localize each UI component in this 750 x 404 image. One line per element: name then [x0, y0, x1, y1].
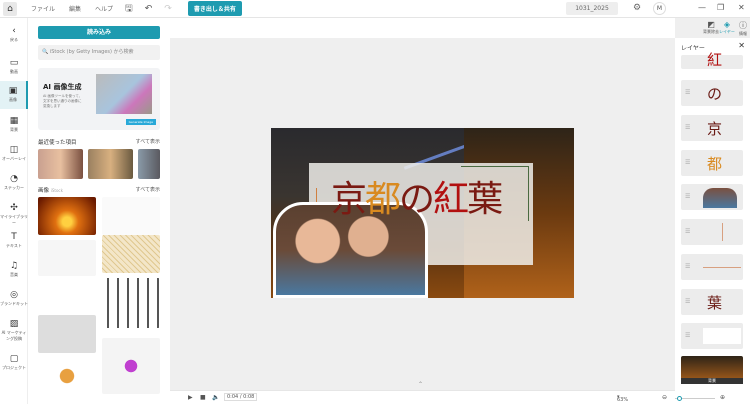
zoom-select[interactable]: 63% ▾	[617, 394, 628, 403]
import-button[interactable]: 読み込み	[38, 26, 160, 39]
drag-handle-icon[interactable]: ☰	[685, 332, 690, 339]
rail-background[interactable]: ▦ 背景	[0, 116, 28, 133]
rail-library[interactable]: ✣ マイライブラリー	[0, 203, 28, 226]
layer-item[interactable]: ☰ の	[681, 80, 743, 106]
time-display: 0:04 / 0:08	[224, 393, 258, 401]
play-icon[interactable]: ▶	[188, 394, 193, 401]
left-rail: ‹ 戻る ▭ 動画 ▣ 画像 ▦ 背景 ◫ オーバーレイ ◔ ステッカー ✣ マイライブラリー…	[0, 18, 28, 404]
brand-kit-icon: ◎	[10, 290, 18, 300]
layer-item[interactable]: ☰ 京	[681, 115, 743, 141]
playback-bar: ▶ ■ 🔈 0:04 / 0:08 63% ▾ ⊖ ⊕	[170, 390, 725, 404]
ai-preview-image	[96, 74, 152, 114]
rail-overlay[interactable]: ◫ オーバーレイ	[0, 145, 28, 162]
undo-icon[interactable]: ↶	[145, 4, 153, 14]
image-thumb-people[interactable]	[102, 278, 160, 328]
menu-help[interactable]: ヘルプ	[95, 4, 113, 13]
rail-video[interactable]: ▭ 動画	[0, 58, 28, 75]
layer-item-background[interactable]: 背景	[681, 356, 743, 384]
image-thumb-maze[interactable]	[38, 315, 96, 353]
layers-tool[interactable]: ◈ レイヤー	[719, 20, 735, 35]
minimize-icon[interactable]: —	[698, 3, 706, 12]
image-thumb-illustration[interactable]	[38, 358, 96, 394]
rail-sticker[interactable]: ◔ ステッカー	[0, 174, 28, 191]
library-icon: ✣	[10, 203, 18, 213]
image-thumb-sunset[interactable]	[38, 197, 96, 235]
layer-item[interactable]: ☰ 都	[681, 150, 743, 176]
home-icon[interactable]: ⌂	[3, 1, 17, 16]
menu-file[interactable]: ファイル	[31, 4, 55, 13]
gear-icon[interactable]: ⚙	[633, 3, 641, 13]
drag-handle-icon[interactable]: ☰	[685, 124, 690, 131]
stop-icon[interactable]: ■	[200, 394, 206, 401]
canvas-title[interactable]: 京都の紅葉	[331, 170, 503, 222]
expand-timeline-icon[interactable]: ⌃	[418, 381, 423, 388]
drag-handle-icon[interactable]: ☰	[685, 159, 690, 166]
rail-music[interactable]: ♫ 音楽	[0, 261, 28, 278]
layer-item[interactable]: 紅	[681, 51, 743, 69]
recent-thumb[interactable]	[138, 149, 160, 179]
rail-text[interactable]: T テキスト	[0, 232, 28, 249]
ai-marketing-icon: ▨	[9, 319, 19, 329]
search-input[interactable]: 🔍 iStock (by Getty Images) から検索	[38, 45, 160, 60]
avatar[interactable]: M	[653, 2, 666, 15]
export-share-button[interactable]: 書き出し＆共有	[187, 1, 242, 16]
image-icon: ▣	[8, 86, 18, 96]
design-canvas[interactable]: 京都の紅葉	[271, 128, 574, 298]
maximize-icon[interactable]: ❐	[717, 3, 724, 12]
generate-image-button[interactable]: Generate Image	[125, 119, 156, 125]
folder-icon: ▢	[9, 354, 19, 364]
drag-handle-icon[interactable]: ☰	[685, 298, 690, 305]
media-panel: 読み込み 🔍 iStock (by Getty Images) から検索 AI …	[28, 18, 170, 404]
image-thumb-icons[interactable]	[102, 197, 160, 235]
zoom-in-icon[interactable]: ⊕	[720, 394, 725, 401]
save-icon[interactable]: 🖫	[125, 1, 133, 17]
back-icon: ‹	[12, 26, 16, 36]
layer-item[interactable]: ☰	[681, 323, 743, 349]
project-name[interactable]: 1031_2025	[566, 2, 618, 15]
layers-panel: レイヤー ✕ 紅 ☰ の ☰ 京 ☰ 都 ☰ ☰ ☰ ☰ 葉 ☰ 背景	[675, 38, 750, 404]
drag-handle-icon[interactable]: ☰	[685, 193, 690, 200]
ai-image-card[interactable]: AI 画像生成 AI 画像ツールを使って、文字を思い通りの画像に変換します Ge…	[38, 68, 160, 130]
layer-item[interactable]: ☰	[681, 184, 743, 210]
image-thumb-blank[interactable]	[38, 240, 96, 276]
menu-edit[interactable]: 編集	[69, 4, 81, 13]
overlay-icon: ◫	[9, 145, 19, 155]
show-all-recent[interactable]: すべて表示	[136, 138, 160, 145]
rail-brand-kit[interactable]: ◎ ブランドキット	[0, 290, 28, 307]
drag-handle-icon[interactable]: ☰	[685, 89, 690, 96]
show-all-images[interactable]: すべて表示	[136, 186, 160, 193]
drag-handle-icon[interactable]: ☰	[685, 263, 690, 270]
redo-icon[interactable]: ↷	[164, 4, 172, 14]
zoom-slider[interactable]	[675, 396, 715, 401]
music-icon: ♫	[9, 261, 19, 271]
rail-ai-marketing[interactable]: ▨ AI マーケティング投稿	[0, 319, 28, 342]
image-thumb-logo[interactable]	[102, 338, 160, 394]
drag-handle-icon[interactable]: ☰	[685, 228, 690, 235]
rail-image[interactable]: ▣ 画像	[0, 81, 28, 109]
close-layers-icon[interactable]: ✕	[738, 41, 745, 50]
volume-icon[interactable]: 🔈	[212, 394, 219, 401]
text-icon: T	[11, 232, 17, 242]
recent-thumb[interactable]	[38, 149, 83, 179]
image-thumb-pattern[interactable]	[102, 235, 160, 273]
remove-bg-tool[interactable]: ◩ 背景除去	[703, 20, 719, 35]
image-thumb-plane[interactable]	[38, 280, 96, 314]
layer-item[interactable]: ☰	[681, 219, 743, 245]
rail-back[interactable]: ‹ 戻る	[0, 26, 28, 43]
layer-item[interactable]: ☰ 葉	[681, 289, 743, 315]
zoom-out-icon[interactable]: ⊖	[662, 394, 667, 401]
rail-project[interactable]: ▢ プロジェクト	[0, 354, 28, 371]
background-icon: ▦	[9, 116, 19, 126]
sticker-icon: ◔	[10, 174, 18, 184]
layer-item[interactable]: ☰	[681, 254, 743, 280]
info-tool[interactable]: ⓘ 情報	[739, 20, 747, 37]
recent-thumb[interactable]	[88, 149, 133, 179]
close-icon[interactable]: ✕	[738, 3, 745, 12]
video-icon: ▭	[9, 58, 19, 68]
